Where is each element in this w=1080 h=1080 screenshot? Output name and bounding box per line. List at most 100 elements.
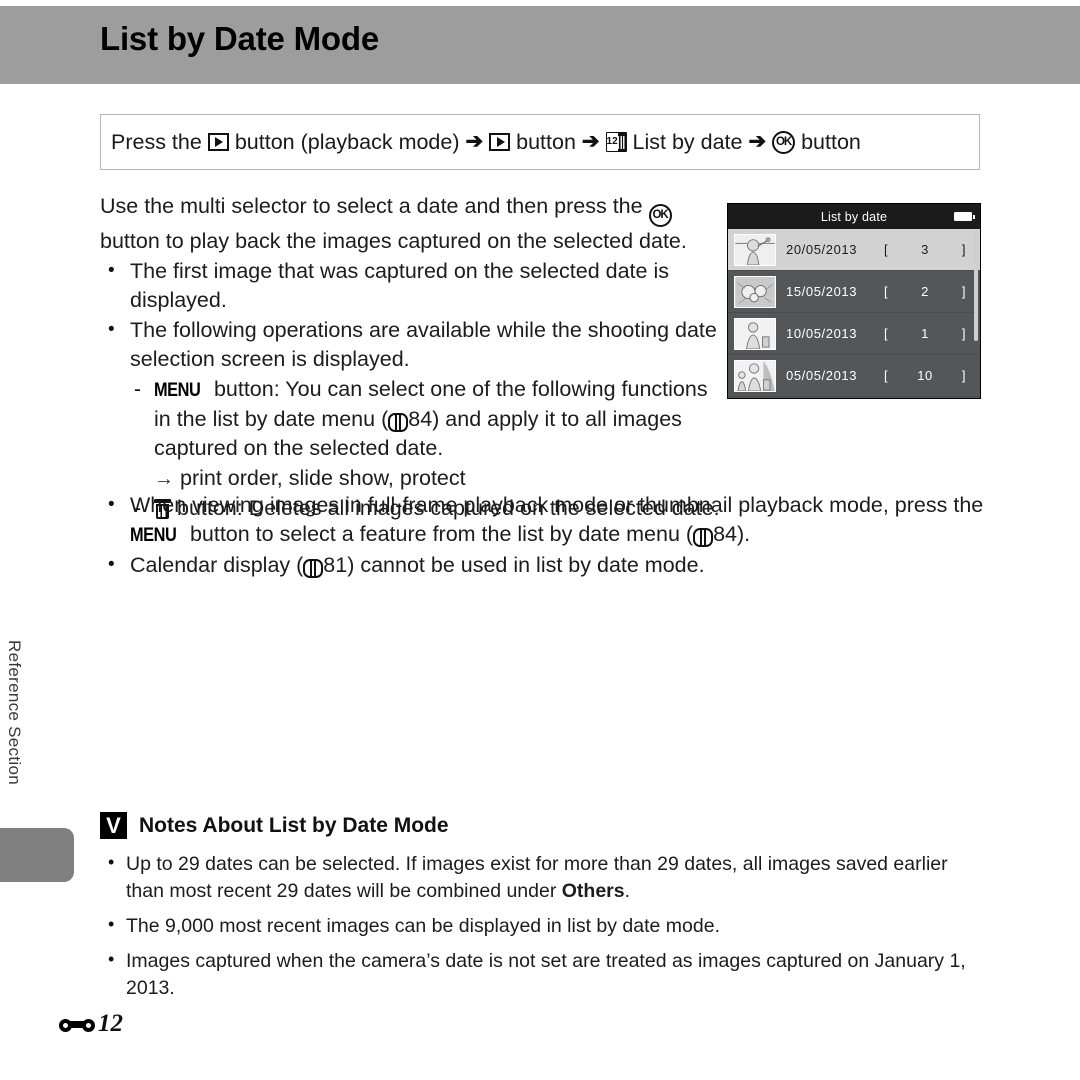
- bullet-text-3a: When viewing images in full-frame playba…: [130, 493, 984, 517]
- body-bullet-list: The first image that was captured on the…: [100, 256, 720, 523]
- row-date: 15/05/2013: [786, 284, 858, 299]
- bullet-text-3b: button to select a feature from the list…: [189, 522, 694, 546]
- table-row[interactable]: 10/05/2013 [ 1 ]: [728, 313, 980, 355]
- manual-book-icon-3: [303, 559, 324, 578]
- flowers-thumbnail: [734, 275, 776, 308]
- list-item: When viewing images in full-frame playba…: [100, 490, 985, 550]
- intro-text-1: Use the multi selector to select a date …: [100, 194, 643, 218]
- row-count: [ 2 ]: [884, 284, 980, 299]
- arrow-right-icon-3: ➔: [748, 129, 767, 153]
- bracket-close: ]: [961, 326, 966, 341]
- sub-list-item-arrow: → print order, slide show, protect: [130, 464, 720, 493]
- playback-button-icon: [207, 133, 229, 151]
- bracket-close: ]: [961, 284, 966, 299]
- bracket-close: ]: [961, 368, 966, 383]
- bullet-text-4b: ) cannot be used in list by date mode.: [347, 553, 705, 577]
- table-row[interactable]: 05/05/2013 [ 10 ]: [728, 355, 980, 397]
- count-value: 2: [921, 284, 929, 299]
- row-count: [ 10 ]: [884, 368, 980, 383]
- reference-section-icon: [59, 1015, 95, 1033]
- body-column: Use the multi selector to select a date …: [100, 192, 720, 523]
- woman-child-thumbnail: [734, 317, 776, 350]
- intro-text-2: button to play back the images captured …: [100, 229, 687, 253]
- calendar-icon-number: 12: [606, 133, 618, 151]
- notes-section: V Notes About List by Date Mode Up to 29…: [100, 812, 985, 1010]
- battery-icon: [954, 212, 975, 221]
- row-date: 20/05/2013: [786, 242, 858, 257]
- instruction-text-2: button: [516, 129, 576, 154]
- count-value: 10: [917, 368, 933, 383]
- ok-button-icon-inline: OK: [648, 204, 672, 227]
- row-count: [ 3 ]: [884, 242, 980, 257]
- bullet-text-1: The first image that was captured on the…: [130, 259, 669, 312]
- manual-book-icon-2: [693, 528, 714, 547]
- scrollbar[interactable]: [974, 231, 978, 341]
- body-bullet-list-wide: When viewing images in full-frame playba…: [100, 490, 985, 580]
- row-date: 10/05/2013: [786, 326, 858, 341]
- manual-book-icon: [388, 413, 409, 432]
- list-item: The first image that was captured on the…: [100, 256, 720, 315]
- person-waving-thumbnail: [734, 233, 776, 266]
- list-item: The 9,000 most recent images can be disp…: [100, 911, 985, 940]
- notes-title: Notes About List by Date Mode: [139, 813, 449, 837]
- bullet-page-3: 84: [713, 522, 737, 546]
- section-tab-marker: [0, 828, 74, 882]
- camera-screen-rows: 20/05/2013 [ 3 ] 15/05/2013 [2] 10/05/…: [728, 229, 980, 398]
- bracket-open: [: [884, 284, 889, 299]
- calendar-grid-icon: [618, 136, 626, 149]
- list-item: Calendar display ( 81) cannot be used in …: [100, 550, 985, 580]
- count-value: 3: [921, 242, 929, 257]
- notes-body: Up to 29 dates can be selected. If image…: [100, 849, 985, 1002]
- bullet-text-2: The following operations are available w…: [130, 318, 717, 371]
- bullet-text-4a: Calendar display (: [130, 553, 304, 577]
- note-bold-1: Others: [561, 880, 625, 902]
- playback-button-icon-2: [489, 133, 511, 151]
- caution-note-icon: V: [100, 812, 127, 839]
- camera-screen-mockup: List by date 20/05/2013 [3] 15/05/2013…: [727, 203, 981, 399]
- ok-button-icon: OK: [772, 130, 796, 154]
- intro-paragraph: Use the multi selector to select a date …: [100, 192, 720, 256]
- sub-arrow-text: print order, slide show, protect: [179, 466, 466, 490]
- row-count: [ 1 ]: [884, 326, 980, 341]
- list-item: Images captured when the camera’s date i…: [100, 946, 985, 1002]
- bracket-open: [: [884, 326, 889, 341]
- bracket-close: ]: [961, 242, 966, 257]
- page-number: 12: [98, 1010, 123, 1037]
- arrow-right-icon: ➔: [465, 129, 484, 153]
- note-text-2a: The 9,000 most recent images can be disp…: [126, 915, 720, 937]
- instruction-prefix-text: Press the: [111, 129, 202, 154]
- list-by-date-icon: 12: [605, 132, 627, 152]
- menu-button-icon-2: MENU: [130, 525, 177, 546]
- body-wide-column: When viewing images in full-frame playba…: [100, 490, 985, 580]
- menu-button-icon: MENU: [154, 380, 201, 401]
- family-thumbnail: [734, 359, 776, 392]
- bracket-open: [: [884, 368, 889, 383]
- page-footer: 12: [59, 1010, 123, 1038]
- table-row[interactable]: 20/05/2013 [ 3 ]: [728, 229, 980, 271]
- arrow-to-icon: →: [154, 468, 174, 490]
- page-title: List by Date Mode: [100, 20, 379, 57]
- document-page: List by Date Mode Reference Section Pres…: [0, 0, 1080, 1080]
- note-text-1b: .: [624, 880, 631, 902]
- instruction-text-3: List by date: [632, 129, 743, 154]
- bracket-open: [: [884, 242, 889, 257]
- note-text-3a: Images captured when the camera’s date i…: [126, 950, 966, 999]
- table-row[interactable]: 15/05/2013 [ 2 ]: [728, 271, 980, 313]
- bullet-page-4: 81: [323, 553, 348, 577]
- sub-menu-page: 84: [408, 407, 433, 431]
- count-value: 1: [921, 326, 929, 341]
- sub-list-item-menu: MENU button: You can select one of the f…: [130, 375, 720, 463]
- camera-screen-titlebar: List by date: [728, 204, 980, 229]
- instruction-line: Press the button (playback mode) ➔ butto…: [101, 130, 861, 155]
- row-date: 05/05/2013: [786, 368, 858, 383]
- instruction-box: Press the button (playback mode) ➔ butto…: [100, 114, 980, 170]
- camera-screen-title: List by date: [820, 209, 888, 224]
- notes-list: Up to 29 dates can be selected. If image…: [100, 849, 985, 1002]
- notes-header: V Notes About List by Date Mode: [100, 812, 985, 839]
- note-text-1a: Up to 29 dates can be selected. If image…: [126, 853, 948, 902]
- instruction-text-1: button (playback mode): [234, 129, 460, 154]
- instruction-text-4: button: [801, 129, 861, 154]
- arrow-right-icon-2: ➔: [581, 129, 600, 153]
- bullet-text-3c: ).: [737, 522, 751, 546]
- list-item: Up to 29 dates can be selected. If image…: [100, 849, 985, 905]
